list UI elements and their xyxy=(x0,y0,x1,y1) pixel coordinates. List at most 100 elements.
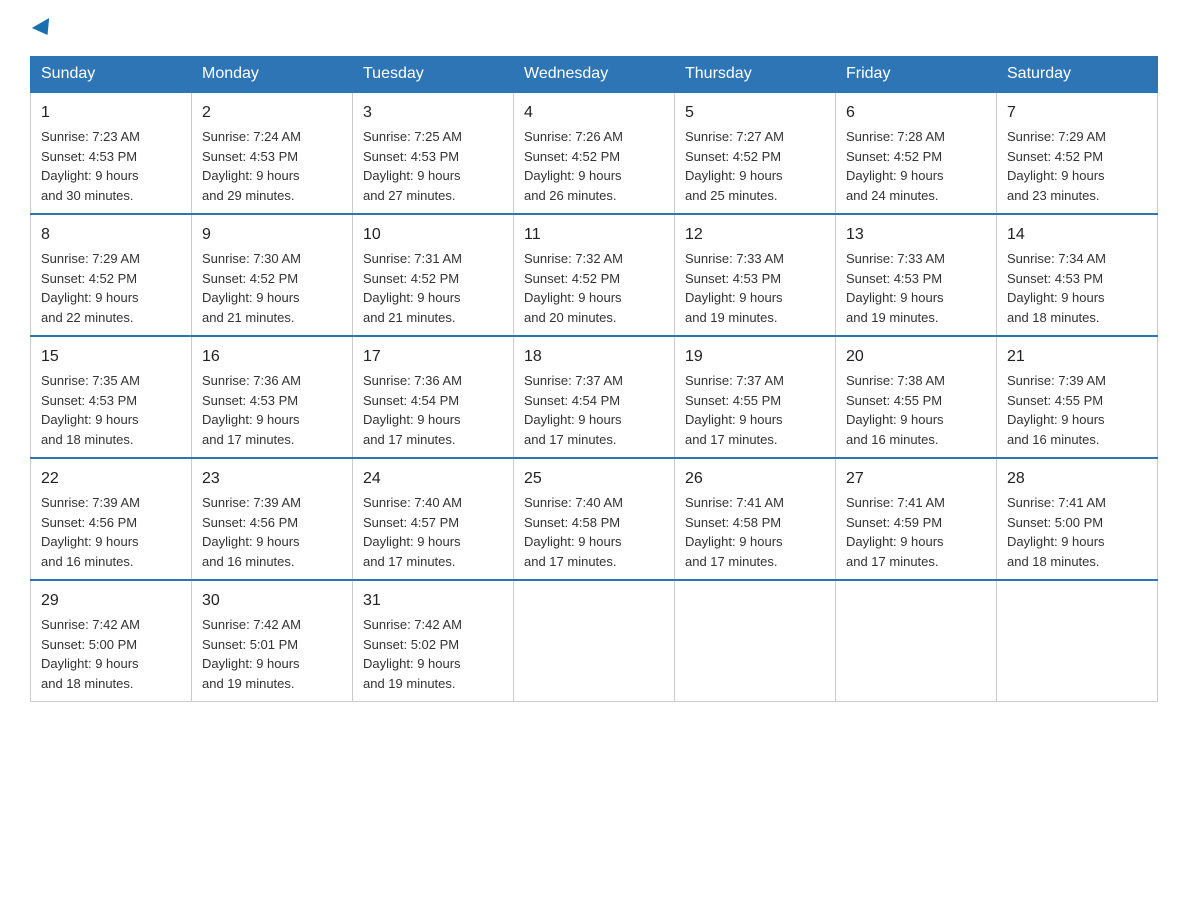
calendar-day-cell: 3Sunrise: 7:25 AMSunset: 4:53 PMDaylight… xyxy=(353,92,514,214)
calendar-day-cell: 6Sunrise: 7:28 AMSunset: 4:52 PMDaylight… xyxy=(836,92,997,214)
day-number: 1 xyxy=(41,101,181,125)
day-info: Sunrise: 7:23 AMSunset: 4:53 PMDaylight:… xyxy=(41,127,181,205)
day-info: Sunrise: 7:38 AMSunset: 4:55 PMDaylight:… xyxy=(846,371,986,449)
calendar-day-cell: 28Sunrise: 7:41 AMSunset: 5:00 PMDayligh… xyxy=(997,458,1158,580)
calendar-day-cell: 16Sunrise: 7:36 AMSunset: 4:53 PMDayligh… xyxy=(192,336,353,458)
calendar-week-row: 15Sunrise: 7:35 AMSunset: 4:53 PMDayligh… xyxy=(31,336,1158,458)
day-info: Sunrise: 7:41 AMSunset: 4:59 PMDaylight:… xyxy=(846,493,986,571)
day-info: Sunrise: 7:39 AMSunset: 4:56 PMDaylight:… xyxy=(41,493,181,571)
day-info: Sunrise: 7:41 AMSunset: 5:00 PMDaylight:… xyxy=(1007,493,1147,571)
day-number: 21 xyxy=(1007,345,1147,369)
calendar-day-cell: 14Sunrise: 7:34 AMSunset: 4:53 PMDayligh… xyxy=(997,214,1158,336)
calendar-day-cell: 1Sunrise: 7:23 AMSunset: 4:53 PMDaylight… xyxy=(31,92,192,214)
day-number: 22 xyxy=(41,467,181,491)
calendar-week-row: 1Sunrise: 7:23 AMSunset: 4:53 PMDaylight… xyxy=(31,92,1158,214)
day-number: 30 xyxy=(202,589,342,613)
calendar-day-cell: 22Sunrise: 7:39 AMSunset: 4:56 PMDayligh… xyxy=(31,458,192,580)
calendar-day-cell xyxy=(836,580,997,702)
calendar-day-cell: 31Sunrise: 7:42 AMSunset: 5:02 PMDayligh… xyxy=(353,580,514,702)
day-number: 6 xyxy=(846,101,986,125)
calendar-day-cell: 13Sunrise: 7:33 AMSunset: 4:53 PMDayligh… xyxy=(836,214,997,336)
day-number: 25 xyxy=(524,467,664,491)
calendar-day-cell: 10Sunrise: 7:31 AMSunset: 4:52 PMDayligh… xyxy=(353,214,514,336)
calendar-day-cell: 15Sunrise: 7:35 AMSunset: 4:53 PMDayligh… xyxy=(31,336,192,458)
day-number: 3 xyxy=(363,101,503,125)
calendar-table: SundayMondayTuesdayWednesdayThursdayFrid… xyxy=(30,56,1158,702)
calendar-day-cell: 21Sunrise: 7:39 AMSunset: 4:55 PMDayligh… xyxy=(997,336,1158,458)
day-info: Sunrise: 7:40 AMSunset: 4:58 PMDaylight:… xyxy=(524,493,664,571)
calendar-day-cell: 27Sunrise: 7:41 AMSunset: 4:59 PMDayligh… xyxy=(836,458,997,580)
day-info: Sunrise: 7:42 AMSunset: 5:00 PMDaylight:… xyxy=(41,615,181,693)
day-info: Sunrise: 7:28 AMSunset: 4:52 PMDaylight:… xyxy=(846,127,986,205)
day-number: 11 xyxy=(524,223,664,247)
calendar-day-cell: 12Sunrise: 7:33 AMSunset: 4:53 PMDayligh… xyxy=(675,214,836,336)
day-info: Sunrise: 7:26 AMSunset: 4:52 PMDaylight:… xyxy=(524,127,664,205)
day-number: 26 xyxy=(685,467,825,491)
day-info: Sunrise: 7:42 AMSunset: 5:02 PMDaylight:… xyxy=(363,615,503,693)
day-number: 4 xyxy=(524,101,664,125)
logo xyxy=(30,26,54,40)
day-info: Sunrise: 7:25 AMSunset: 4:53 PMDaylight:… xyxy=(363,127,503,205)
header-day-thursday: Thursday xyxy=(675,57,836,93)
calendar-day-cell: 25Sunrise: 7:40 AMSunset: 4:58 PMDayligh… xyxy=(514,458,675,580)
day-info: Sunrise: 7:33 AMSunset: 4:53 PMDaylight:… xyxy=(846,249,986,327)
calendar-day-cell: 29Sunrise: 7:42 AMSunset: 5:00 PMDayligh… xyxy=(31,580,192,702)
day-number: 5 xyxy=(685,101,825,125)
calendar-day-cell: 9Sunrise: 7:30 AMSunset: 4:52 PMDaylight… xyxy=(192,214,353,336)
calendar-day-cell: 17Sunrise: 7:36 AMSunset: 4:54 PMDayligh… xyxy=(353,336,514,458)
day-info: Sunrise: 7:41 AMSunset: 4:58 PMDaylight:… xyxy=(685,493,825,571)
calendar-day-cell: 20Sunrise: 7:38 AMSunset: 4:55 PMDayligh… xyxy=(836,336,997,458)
calendar-day-cell: 30Sunrise: 7:42 AMSunset: 5:01 PMDayligh… xyxy=(192,580,353,702)
calendar-day-cell: 26Sunrise: 7:41 AMSunset: 4:58 PMDayligh… xyxy=(675,458,836,580)
calendar-week-row: 22Sunrise: 7:39 AMSunset: 4:56 PMDayligh… xyxy=(31,458,1158,580)
calendar-day-cell: 7Sunrise: 7:29 AMSunset: 4:52 PMDaylight… xyxy=(997,92,1158,214)
calendar-week-row: 8Sunrise: 7:29 AMSunset: 4:52 PMDaylight… xyxy=(31,214,1158,336)
day-info: Sunrise: 7:37 AMSunset: 4:55 PMDaylight:… xyxy=(685,371,825,449)
day-info: Sunrise: 7:39 AMSunset: 4:56 PMDaylight:… xyxy=(202,493,342,571)
header-day-sunday: Sunday xyxy=(31,57,192,93)
day-number: 19 xyxy=(685,345,825,369)
calendar-day-cell: 8Sunrise: 7:29 AMSunset: 4:52 PMDaylight… xyxy=(31,214,192,336)
day-number: 14 xyxy=(1007,223,1147,247)
day-info: Sunrise: 7:29 AMSunset: 4:52 PMDaylight:… xyxy=(1007,127,1147,205)
day-number: 23 xyxy=(202,467,342,491)
day-number: 13 xyxy=(846,223,986,247)
header-day-wednesday: Wednesday xyxy=(514,57,675,93)
logo-triangle-icon xyxy=(32,18,56,40)
day-number: 2 xyxy=(202,101,342,125)
calendar-header-row: SundayMondayTuesdayWednesdayThursdayFrid… xyxy=(31,57,1158,93)
calendar-day-cell xyxy=(514,580,675,702)
day-info: Sunrise: 7:27 AMSunset: 4:52 PMDaylight:… xyxy=(685,127,825,205)
calendar-day-cell: 2Sunrise: 7:24 AMSunset: 4:53 PMDaylight… xyxy=(192,92,353,214)
calendar-day-cell: 4Sunrise: 7:26 AMSunset: 4:52 PMDaylight… xyxy=(514,92,675,214)
day-number: 16 xyxy=(202,345,342,369)
day-number: 15 xyxy=(41,345,181,369)
day-info: Sunrise: 7:33 AMSunset: 4:53 PMDaylight:… xyxy=(685,249,825,327)
day-number: 27 xyxy=(846,467,986,491)
day-number: 12 xyxy=(685,223,825,247)
day-info: Sunrise: 7:29 AMSunset: 4:52 PMDaylight:… xyxy=(41,249,181,327)
day-info: Sunrise: 7:35 AMSunset: 4:53 PMDaylight:… xyxy=(41,371,181,449)
day-info: Sunrise: 7:37 AMSunset: 4:54 PMDaylight:… xyxy=(524,371,664,449)
day-number: 28 xyxy=(1007,467,1147,491)
calendar-day-cell: 24Sunrise: 7:40 AMSunset: 4:57 PMDayligh… xyxy=(353,458,514,580)
header-day-friday: Friday xyxy=(836,57,997,93)
day-info: Sunrise: 7:39 AMSunset: 4:55 PMDaylight:… xyxy=(1007,371,1147,449)
day-number: 17 xyxy=(363,345,503,369)
day-info: Sunrise: 7:34 AMSunset: 4:53 PMDaylight:… xyxy=(1007,249,1147,327)
day-number: 7 xyxy=(1007,101,1147,125)
day-number: 10 xyxy=(363,223,503,247)
day-number: 9 xyxy=(202,223,342,247)
header-day-tuesday: Tuesday xyxy=(353,57,514,93)
calendar-day-cell: 23Sunrise: 7:39 AMSunset: 4:56 PMDayligh… xyxy=(192,458,353,580)
calendar-day-cell: 19Sunrise: 7:37 AMSunset: 4:55 PMDayligh… xyxy=(675,336,836,458)
day-number: 31 xyxy=(363,589,503,613)
day-number: 20 xyxy=(846,345,986,369)
day-number: 18 xyxy=(524,345,664,369)
header-day-saturday: Saturday xyxy=(997,57,1158,93)
day-info: Sunrise: 7:36 AMSunset: 4:53 PMDaylight:… xyxy=(202,371,342,449)
calendar-day-cell: 5Sunrise: 7:27 AMSunset: 4:52 PMDaylight… xyxy=(675,92,836,214)
calendar-day-cell xyxy=(675,580,836,702)
calendar-day-cell: 11Sunrise: 7:32 AMSunset: 4:52 PMDayligh… xyxy=(514,214,675,336)
day-info: Sunrise: 7:40 AMSunset: 4:57 PMDaylight:… xyxy=(363,493,503,571)
